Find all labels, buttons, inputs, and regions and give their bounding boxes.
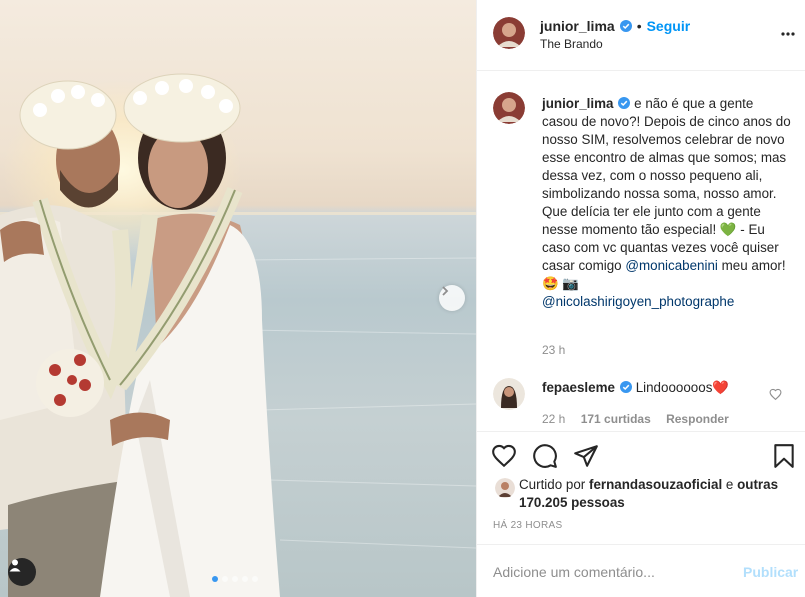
- bookmark-icon[interactable]: [771, 443, 797, 469]
- caption-time: 23 h: [542, 343, 566, 357]
- comment-body: Lindoooooos❤️: [635, 380, 730, 395]
- comment-time: 22 h: [542, 412, 566, 426]
- user-tag-icon[interactable]: [8, 558, 36, 586]
- carousel-dot: [222, 576, 228, 582]
- likes-text: Curtido por fernandasouzaoficial e outra…: [519, 476, 779, 512]
- publish-button[interactable]: Publicar: [743, 564, 798, 580]
- comment-like-heart-icon[interactable]: [769, 388, 782, 401]
- carousel-dot: [232, 576, 238, 582]
- verified-badge-icon: [619, 20, 632, 32]
- commenter-username[interactable]: fepaesleme: [542, 380, 615, 395]
- carousel-dot: [252, 576, 258, 582]
- chevron-right-icon: [442, 286, 449, 296]
- carousel-indicator: [212, 576, 258, 582]
- carousel-dot: [242, 576, 248, 582]
- caption-author-avatar[interactable]: [493, 92, 525, 124]
- verified-badge-icon: [618, 97, 631, 109]
- liker-avatar[interactable]: [495, 478, 515, 498]
- mention-link[interactable]: @monicabenini: [625, 258, 718, 273]
- liker-username[interactable]: fernandasouzaoficial: [589, 477, 722, 492]
- post-timestamp[interactable]: HÁ 23 HORAS: [493, 520, 562, 531]
- comment-icon[interactable]: [532, 443, 558, 469]
- comment-text: fepaesleme Lindoooooos❤️: [542, 380, 729, 396]
- verified-badge-icon: [619, 381, 632, 393]
- liked-by-prefix: Curtido por: [519, 477, 586, 492]
- post-location[interactable]: The Brando: [540, 37, 603, 51]
- follow-button[interactable]: Seguir: [647, 18, 691, 34]
- caption-body: e não é que a gente casou de novo?! Depo…: [542, 96, 791, 273]
- add-comment-bar: Publicar: [477, 544, 805, 597]
- liked-by-conjunction: e: [725, 477, 734, 492]
- comment-input[interactable]: [493, 559, 723, 585]
- heart-icon[interactable]: [491, 443, 517, 469]
- author-avatar[interactable]: [493, 17, 525, 49]
- post-header: junior_lima • Seguir The Brando: [477, 0, 805, 71]
- author-username[interactable]: junior_lima: [540, 18, 615, 34]
- photographer-mention-link[interactable]: @nicolashirigoyen_photographe: [542, 294, 734, 309]
- separator-dot: •: [636, 18, 642, 34]
- wedding-photo: [0, 73, 476, 597]
- comment-meta: 22 h 171 curtidas Responder: [542, 412, 741, 426]
- commenter-avatar[interactable]: [493, 378, 525, 410]
- post-sidebar: junior_lima • Seguir The Brando junior_l…: [476, 0, 805, 597]
- post-photo[interactable]: [0, 0, 476, 597]
- more-options-icon[interactable]: [780, 26, 796, 42]
- post-actions-bar: [477, 431, 805, 478]
- carousel-dot: [212, 576, 218, 582]
- next-slide-button[interactable]: [439, 285, 465, 311]
- share-icon[interactable]: [573, 443, 599, 469]
- caption-text: junior_lima e não é que a gente casou de…: [542, 95, 792, 311]
- reply-button[interactable]: Responder: [666, 412, 729, 426]
- caption-username[interactable]: junior_lima: [542, 96, 613, 111]
- comment-likes[interactable]: 171 curtidas: [581, 412, 651, 426]
